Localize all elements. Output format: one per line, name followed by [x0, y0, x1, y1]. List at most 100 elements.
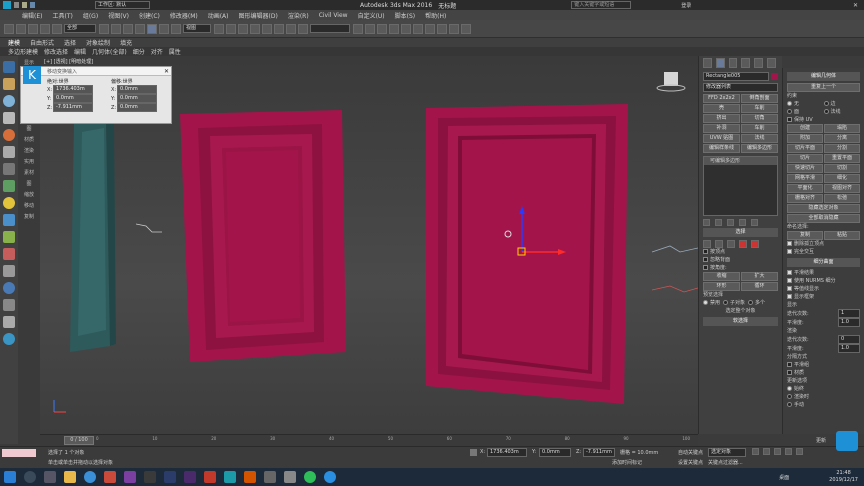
- menu-item[interactable]: 工具(T): [52, 11, 72, 20]
- workspace-dropdown[interactable]: 工作区: 默认: [95, 1, 150, 9]
- play-icon[interactable]: [774, 448, 781, 455]
- scale-icon[interactable]: [171, 23, 181, 34]
- collapse-button[interactable]: 塌陷: [824, 124, 860, 133]
- maxscript-listener[interactable]: [2, 449, 36, 457]
- planarize-button[interactable]: 平面化: [787, 184, 823, 193]
- detach-button[interactable]: 分离: [824, 134, 860, 143]
- cut-button[interactable]: 切割: [824, 164, 860, 173]
- menu-item[interactable]: 自定义(U): [358, 11, 385, 20]
- stack-item[interactable]: 可编辑多边形: [704, 157, 777, 165]
- object-name-field[interactable]: Rectangle005: [703, 72, 769, 81]
- element-icon[interactable]: [751, 239, 759, 248]
- app2-icon[interactable]: [264, 471, 276, 483]
- app3-icon[interactable]: [284, 471, 296, 483]
- viewcube[interactable]: [656, 72, 686, 92]
- add-time-tag[interactable]: 添加时间标记: [612, 459, 642, 466]
- menu-item[interactable]: 渲染(R): [288, 11, 309, 20]
- keyboard-shortcut-icon[interactable]: [238, 23, 248, 34]
- scatter-icon[interactable]: [3, 231, 15, 243]
- goto-start-icon[interactable]: [752, 448, 759, 455]
- show-cage-checkbox[interactable]: 显示框架: [787, 293, 860, 301]
- off-y-field[interactable]: 0.0mm: [117, 94, 157, 103]
- left-label[interactable]: 移动: [18, 201, 40, 212]
- sphere-icon[interactable]: [3, 95, 15, 107]
- constraint-radio[interactable]: 无: [787, 100, 824, 108]
- setkey-button[interactable]: 设置关键点: [678, 459, 703, 466]
- soft-selection-header[interactable]: 软选择: [703, 317, 778, 326]
- explorer-icon[interactable]: [64, 471, 76, 483]
- render-setup-icon[interactable]: [437, 23, 447, 34]
- dialog-close-icon[interactable]: ✕: [164, 68, 169, 75]
- object-color-swatch[interactable]: [771, 73, 778, 80]
- off-z-field[interactable]: 0.0mm: [117, 103, 157, 112]
- modifier-button[interactable]: 挤出: [703, 114, 740, 123]
- modifier-button[interactable]: 切角: [741, 114, 778, 123]
- next-frame-icon[interactable]: [785, 448, 792, 455]
- new-icon[interactable]: [14, 2, 19, 8]
- photoshop-icon[interactable]: [164, 471, 176, 483]
- ribbon-sub[interactable]: 细分: [133, 47, 145, 56]
- modifier-button[interactable]: 法线: [741, 134, 778, 143]
- subdivision-header[interactable]: 细分曲面: [787, 258, 860, 267]
- abs-y-field[interactable]: 0.0mm: [53, 94, 93, 103]
- loop-button[interactable]: 循环: [741, 282, 778, 291]
- transform-dialog[interactable]: K 移动变换输入 ✕ 绝对:世界 X: 1736.403m Y: 0.0mm Z: -…: [20, 66, 172, 124]
- modify-tab-icon[interactable]: [715, 58, 725, 68]
- off-x-field[interactable]: 0.0mm: [117, 85, 157, 94]
- checkbox-row[interactable]: 按顶点: [703, 248, 778, 256]
- edit-named-sel-icon[interactable]: [298, 23, 308, 34]
- ribbon-sub[interactable]: 多边形建模: [8, 47, 38, 56]
- spinner-snap-icon[interactable]: [286, 23, 296, 34]
- percent-snap-icon[interactable]: [274, 23, 284, 34]
- desktop-label[interactable]: 桌面: [779, 474, 789, 481]
- material-editor-icon[interactable]: [425, 23, 435, 34]
- ribbon-sub[interactable]: 编辑: [74, 47, 86, 56]
- left-label[interactable]: 材质: [18, 135, 40, 146]
- modifier-stack[interactable]: 可编辑多边形: [703, 156, 778, 216]
- red-door-right[interactable]: [426, 104, 628, 404]
- box-icon[interactable]: [3, 78, 15, 90]
- abs-x-field[interactable]: 1736.403m: [53, 85, 93, 94]
- modifier-button[interactable]: 倒角剖面: [741, 94, 778, 103]
- constraint-radio[interactable]: 边: [823, 100, 861, 108]
- utilities-tab-icon[interactable]: [767, 58, 776, 68]
- modifier-button[interactable]: 车削: [741, 124, 778, 133]
- select-tool-icon[interactable]: [3, 61, 15, 73]
- menu-item[interactable]: 修改器(M): [170, 11, 198, 20]
- status-z-field[interactable]: -7.911mm: [583, 448, 615, 457]
- lock-icon[interactable]: [470, 449, 477, 456]
- settings-icon[interactable]: [3, 282, 15, 294]
- snap-icon[interactable]: [250, 23, 260, 34]
- ribbon-sub[interactable]: 属性: [169, 47, 181, 56]
- use-nurms-checkbox[interactable]: 使用 NURMS 细分: [787, 277, 860, 285]
- ribbon-sub[interactable]: 几何体(全部): [92, 47, 127, 56]
- render-icon[interactable]: [461, 23, 471, 34]
- timeline[interactable]: 0 / 100 0 10 20 30 40 50 60 70 80 90 100: [40, 434, 698, 446]
- app-logo-icon[interactable]: [3, 1, 11, 9]
- wechat-icon[interactable]: [304, 471, 316, 483]
- ring-button[interactable]: 环形: [703, 282, 740, 291]
- render-iterations-field[interactable]: 0: [838, 335, 860, 344]
- preserve-uv-checkbox[interactable]: 保持 UV: [787, 116, 860, 124]
- close-icon[interactable]: ✕: [853, 2, 858, 9]
- full-interact-checkbox[interactable]: 完全交互: [787, 248, 860, 256]
- move-icon[interactable]: [147, 23, 157, 34]
- menu-item[interactable]: 动画(A): [208, 11, 229, 20]
- menu-item[interactable]: 视图(V): [108, 11, 129, 20]
- layer-icon[interactable]: [377, 23, 387, 34]
- configure-icon[interactable]: [751, 218, 758, 226]
- left-label[interactable]: 图: [18, 124, 40, 135]
- preview-radio[interactable]: 子对象: [723, 299, 745, 307]
- ribbon-tab[interactable]: 选择: [64, 38, 76, 47]
- windows-start-icon[interactable]: [4, 471, 16, 483]
- search-icon[interactable]: [24, 471, 36, 483]
- menu-item[interactable]: Civil View: [319, 12, 348, 19]
- named-selection-input[interactable]: [310, 24, 350, 33]
- status-y-field[interactable]: 0.0mm: [539, 448, 571, 457]
- preview-radio[interactable]: 多个: [748, 299, 765, 307]
- onenote-icon[interactable]: [124, 471, 136, 483]
- display-tab-icon[interactable]: [754, 58, 764, 68]
- qq-icon[interactable]: [324, 471, 336, 483]
- abs-z-field[interactable]: -7.911mm: [53, 103, 93, 112]
- view-align-button[interactable]: 视图对齐: [824, 184, 860, 193]
